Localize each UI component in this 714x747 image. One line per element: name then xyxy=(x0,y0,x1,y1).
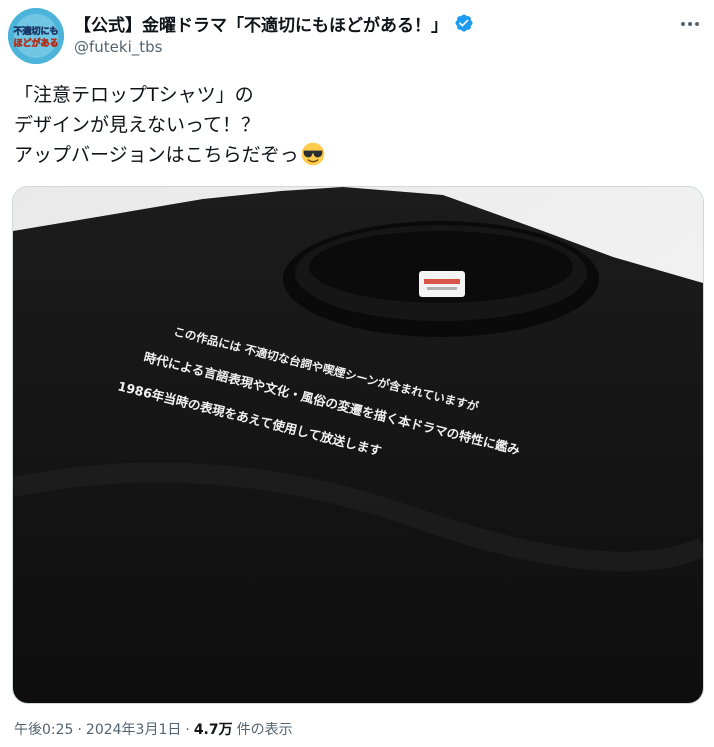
tweet-photo[interactable]: この作品には 不適切な台詞や喫煙シーンが含まれていますが 時代による言語表現や文… xyxy=(12,186,704,704)
tweet-line-text: アップバージョンはこちらだぞっ xyxy=(14,144,299,166)
tweet: 不適切にも ほどがある 【公式】金曜ドラマ「不適切にもほどがある！」 @fute… xyxy=(0,0,714,747)
avatar-text-top: 不適切にも xyxy=(13,25,58,37)
author-name-row: 【公式】金曜ドラマ「不適切にもほどがある！」 xyxy=(74,10,474,36)
more-options-icon[interactable] xyxy=(678,12,702,36)
verified-badge-icon xyxy=(455,14,473,32)
tshirt-photo: この作品には 不適切な台詞や喫煙シーンが含まれていますが 時代による言語表現や文… xyxy=(13,187,703,703)
avatar[interactable]: 不適切にも ほどがある xyxy=(8,8,64,64)
tweet-meta: 午後0:25 · 2024年3月1日 · 4.7万 件の表示 xyxy=(14,719,293,739)
tweet-text: 「注意テロップTシャツ」の デザインが見えないって！？ アップバージョンはこちら… xyxy=(14,80,694,170)
meta-separator: · xyxy=(77,722,82,738)
meta-separator: · xyxy=(185,722,190,738)
sunglasses-emoji-icon xyxy=(301,142,324,166)
views-label: 件の表示 xyxy=(236,722,293,738)
handle[interactable]: @futeki_tbs xyxy=(74,38,162,56)
tweet-line: デザインが見えないって！？ xyxy=(14,114,261,136)
timestamp-date[interactable]: 2024年3月1日 xyxy=(86,719,181,739)
tweet-line: アップバージョンはこちらだぞっ xyxy=(14,140,694,170)
views-count: 4.7万 xyxy=(193,722,233,738)
tweet-line: 「注意テロップTシャツ」の xyxy=(14,84,254,106)
avatar-logo-icon: 不適切にも ほどがある xyxy=(8,8,64,64)
avatar-text-bottom: ほどがある xyxy=(13,37,58,49)
timestamp-time[interactable]: 午後0:25 xyxy=(14,719,73,739)
display-name[interactable]: 【公式】金曜ドラマ「不適切にもほどがある！」 xyxy=(74,11,448,36)
